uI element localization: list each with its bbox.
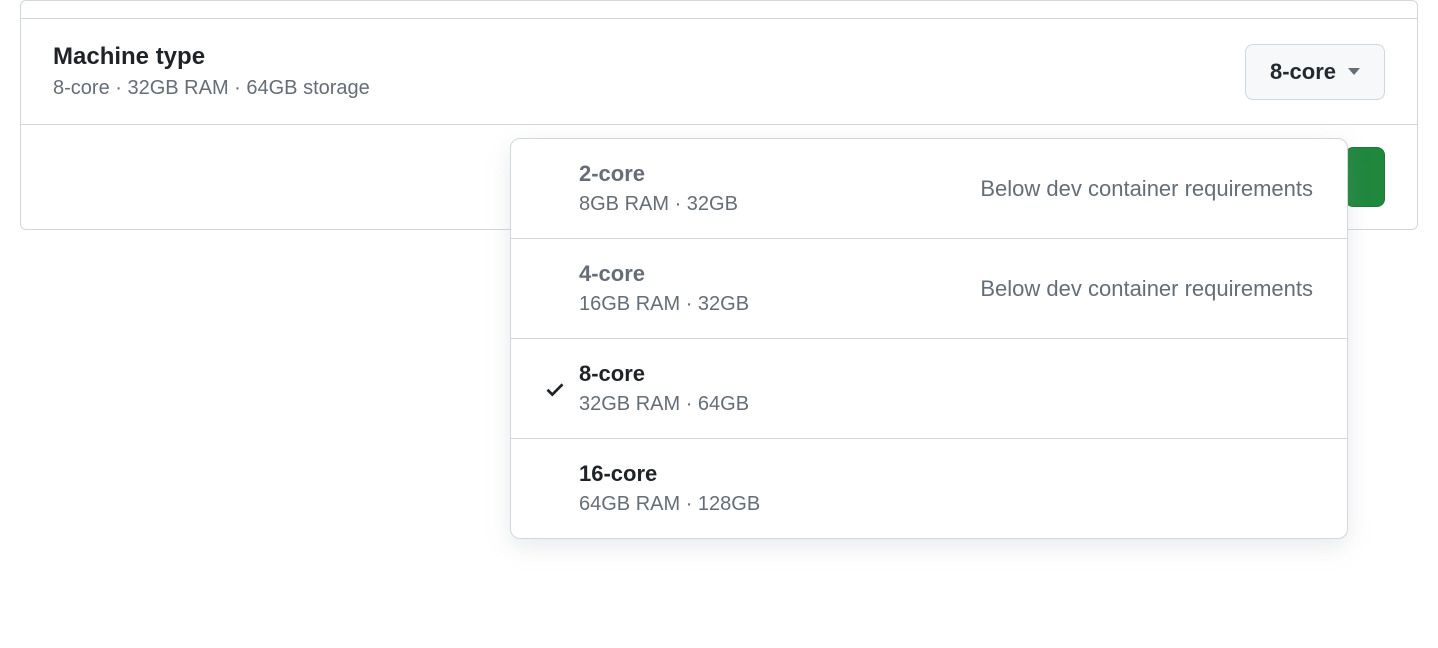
create-button[interactable] [1345, 147, 1385, 207]
check-column [531, 377, 579, 401]
option-sub: 32GB RAM · 64GB [579, 393, 1313, 416]
option-title: 4-core [579, 261, 980, 287]
check-icon [543, 377, 567, 401]
option-sub: 16GB RAM · 32GB [579, 293, 980, 316]
machine-type-info: Machine type 8-core · 32GB RAM · 64GB st… [53, 43, 370, 100]
option-main: 2-core 8GB RAM · 32GB [579, 161, 980, 216]
option-main: 16-core 64GB RAM · 128GB [579, 461, 1313, 516]
option-title: 8-core [579, 361, 1313, 387]
option-sub: 8GB RAM · 32GB [579, 193, 980, 216]
machine-option-16-core[interactable]: 16-core 64GB RAM · 128GB [511, 439, 1347, 538]
option-main: 8-core 32GB RAM · 64GB [579, 361, 1313, 416]
option-main: 4-core 16GB RAM · 32GB [579, 261, 980, 316]
machine-option-8-core[interactable]: 8-core 32GB RAM · 64GB [511, 339, 1347, 439]
machine-type-selected-label: 8-core [1270, 59, 1336, 85]
machine-option-2-core[interactable]: 2-core 8GB RAM · 32GB Below dev containe… [511, 139, 1347, 239]
machine-type-dropdown-menu: 2-core 8GB RAM · 32GB Below dev containe… [510, 138, 1348, 539]
machine-type-subtitle: 8-core · 32GB RAM · 64GB storage [53, 77, 370, 100]
option-warning: Below dev container requirements [980, 276, 1323, 302]
caret-down-icon [1348, 68, 1360, 75]
option-title: 16-core [579, 461, 1313, 487]
machine-type-title: Machine type [53, 43, 370, 71]
option-sub: 64GB RAM · 128GB [579, 493, 1313, 516]
machine-option-4-core[interactable]: 4-core 16GB RAM · 32GB Below dev contain… [511, 239, 1347, 339]
machine-type-row: Machine type 8-core · 32GB RAM · 64GB st… [21, 19, 1417, 125]
option-title: 2-core [579, 161, 980, 187]
machine-type-dropdown-button[interactable]: 8-core [1245, 44, 1385, 100]
previous-row-edge [21, 1, 1417, 19]
option-warning: Below dev container requirements [980, 176, 1323, 202]
